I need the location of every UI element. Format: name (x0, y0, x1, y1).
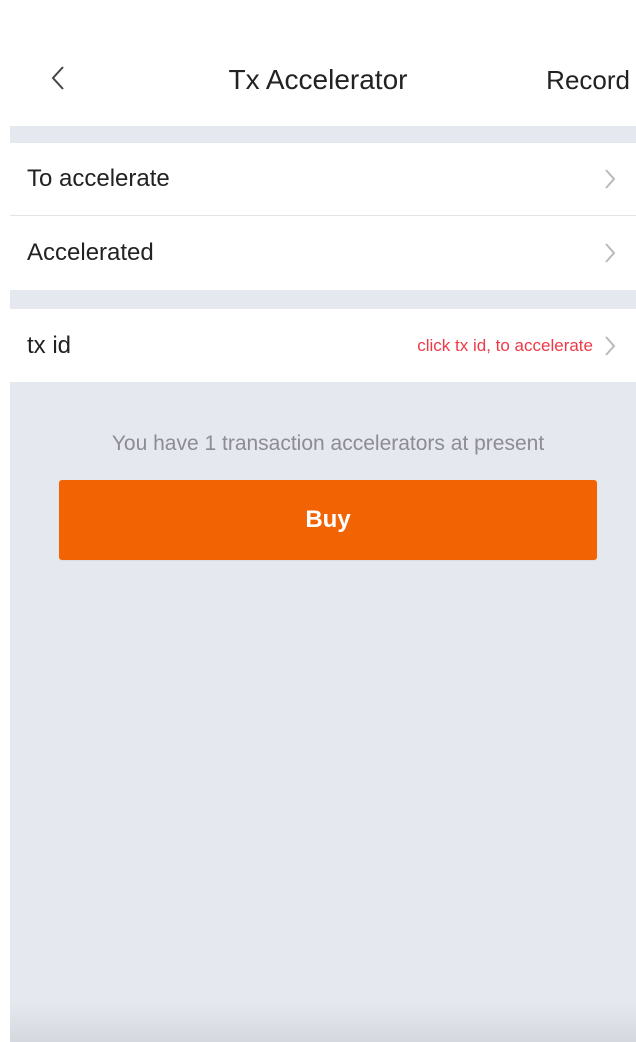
tx-id-row[interactable]: tx id click tx id, to accelerate (10, 309, 636, 382)
nav-header: Tx Accelerator Record (0, 0, 636, 126)
page-title: Tx Accelerator (228, 64, 408, 95)
tx-id-hint: click tx id, to accelerate (417, 335, 593, 355)
chevron-right-icon (602, 241, 618, 265)
chevron-right-icon (602, 167, 618, 191)
buy-button[interactable]: Buy (59, 480, 597, 560)
buy-button-label: Buy (305, 506, 351, 533)
back-button[interactable] (36, 58, 80, 102)
screen: Tx Accelerator Record To accelerate Acce… (0, 0, 636, 1042)
row-label: To accelerate (27, 165, 170, 192)
chevron-left-icon (50, 64, 66, 97)
to-accelerate-row[interactable]: To accelerate (10, 143, 636, 215)
record-button[interactable]: Record (546, 60, 630, 100)
tx-id-label: tx id (27, 331, 72, 359)
row-label: Accelerated (27, 239, 154, 266)
accelerator-count-text: You have 1 transaction accelerators at p… (111, 432, 545, 455)
accelerated-row[interactable]: Accelerated (10, 216, 636, 290)
chevron-right-icon (602, 334, 618, 358)
bottom-fade (10, 1002, 636, 1042)
